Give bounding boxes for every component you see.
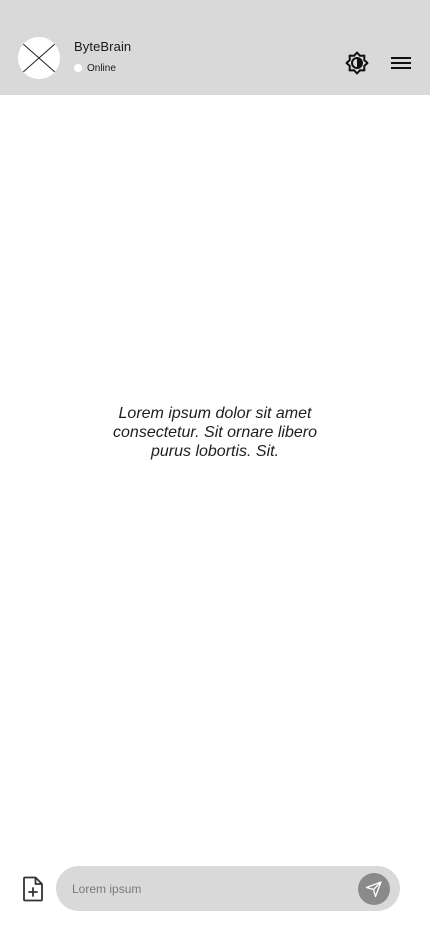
empty-state-text: Lorem ipsum dolor sit amet consectetur. … (113, 405, 317, 460)
menu-button[interactable] (389, 51, 413, 75)
theme-toggle-button[interactable] (345, 51, 369, 75)
status-label: Online (87, 62, 116, 74)
file-add-icon (23, 876, 43, 902)
bot-name: ByteBrain (74, 39, 132, 54)
attach-file-button[interactable] (21, 876, 45, 902)
status-dot (74, 64, 82, 72)
bot-avatar[interactable] (18, 37, 60, 79)
message-input[interactable] (72, 866, 352, 911)
send-icon (365, 881, 382, 898)
chat-header: ByteBrain Online (0, 0, 430, 95)
chat-screen: ByteBrain Online Lorem ipsum dolor sit a… (0, 0, 430, 932)
brightness-icon (345, 51, 369, 75)
send-button[interactable] (358, 873, 390, 905)
avatar-placeholder-icon (18, 37, 60, 79)
status-indicator: Online (74, 62, 116, 74)
hamburger-menu-icon (391, 57, 411, 69)
message-composer (56, 866, 400, 911)
